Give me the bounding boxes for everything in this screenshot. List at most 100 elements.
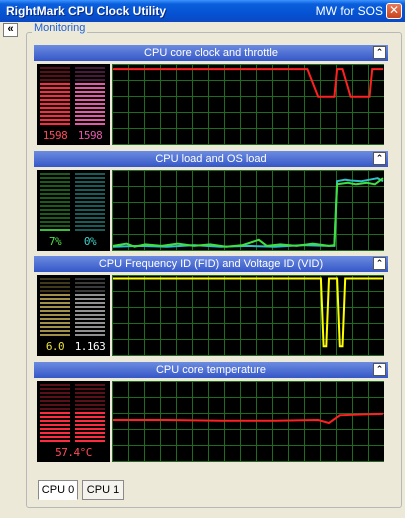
- meter-segment: [75, 87, 105, 89]
- meter-segment: [75, 79, 105, 81]
- graph-area: [112, 275, 384, 356]
- panel-collapse-button[interactable]: ⌃: [373, 152, 386, 165]
- meter-segment: [75, 388, 105, 390]
- meter-value: 1598: [77, 129, 103, 142]
- meter-segment: [40, 384, 70, 386]
- panel-title: CPU Frequency ID (FID) and Voltage ID (V…: [98, 258, 324, 270]
- meter-segment: [40, 107, 70, 109]
- meter-segment: [75, 416, 105, 418]
- meter-segment: [40, 400, 70, 402]
- panel-collapse-button[interactable]: ⌃: [373, 363, 386, 376]
- meter-segment: [40, 392, 70, 394]
- meter-segment: [40, 436, 70, 438]
- meter-segment: [75, 193, 105, 195]
- panel-clock: CPU core clock and throttle ⌃ 1598 1598: [34, 45, 388, 147]
- meter-segment: [75, 177, 105, 179]
- panel-header: CPU core temperature ⌃: [34, 362, 388, 378]
- meter-segment: [40, 286, 70, 288]
- collapse-sidebar-button[interactable]: «: [3, 23, 18, 37]
- meter-segment: [75, 436, 105, 438]
- meter-segment: [40, 217, 70, 219]
- meter-segment: [40, 428, 70, 430]
- panel-load: CPU load and OS load ⌃ 7% 0%: [34, 151, 388, 253]
- meter-segment: [75, 205, 105, 207]
- tab-cpu-1[interactable]: CPU 1: [82, 480, 124, 500]
- chevron-up-icon: ⌃: [375, 258, 384, 268]
- meter-segment: [40, 322, 70, 324]
- meter-segment: [40, 225, 70, 227]
- meter-segment: [75, 334, 105, 336]
- meter-segment: [75, 201, 105, 203]
- meter-segment: [75, 107, 105, 109]
- meter-segment: [40, 278, 70, 280]
- meter-segment: [75, 314, 105, 316]
- meter-segment: [40, 298, 70, 300]
- meter-segment: [75, 384, 105, 386]
- tab-cpu-0[interactable]: CPU 0: [38, 480, 78, 500]
- meter-segment: [75, 83, 105, 85]
- meter-bar: [75, 384, 105, 444]
- title-bar[interactable]: RightMark CPU Clock Utility MW for SOS ✕: [0, 0, 405, 22]
- meter-segment: [40, 87, 70, 89]
- chevron-up-icon: ⌃: [375, 364, 384, 374]
- meter-segment: [40, 404, 70, 406]
- meter-segment: [75, 298, 105, 300]
- meter-segment: [40, 177, 70, 179]
- meter-segment: [40, 334, 70, 336]
- close-button[interactable]: ✕: [386, 3, 402, 19]
- chevron-up-icon: ⌃: [375, 47, 384, 57]
- meter-value: 1.163: [74, 340, 106, 353]
- meter-segment: [75, 71, 105, 73]
- meter-segment: [40, 119, 70, 121]
- meter-value: 57.4°C: [55, 446, 92, 459]
- meter-segment: [40, 282, 70, 284]
- graph-area: [112, 64, 384, 145]
- meter-segment: [75, 432, 105, 434]
- meter-segment: [40, 318, 70, 320]
- meter-segment: [40, 396, 70, 398]
- meter-segment: [40, 193, 70, 195]
- meter-segment: [75, 428, 105, 430]
- meter-segment: [40, 123, 70, 125]
- meter-display: 1598 1598: [37, 64, 110, 145]
- meter-bar: [40, 67, 70, 127]
- meter-segment: [75, 424, 105, 426]
- meter-segment: [75, 420, 105, 422]
- meter-segment: [75, 99, 105, 101]
- meter-segment: [40, 420, 70, 422]
- graph-svg: [112, 170, 384, 251]
- meter-segment: [75, 282, 105, 284]
- meter-value: 0%: [83, 235, 97, 248]
- meter-segment: [75, 181, 105, 183]
- graph-svg: [112, 381, 384, 462]
- meter-segment: [40, 416, 70, 418]
- meter-segment: [75, 115, 105, 117]
- meter-segment: [40, 103, 70, 105]
- meter-segment: [75, 173, 105, 175]
- panel-header: CPU load and OS load ⌃: [34, 151, 388, 167]
- meter-segment: [75, 302, 105, 304]
- meter-segment: [40, 181, 70, 183]
- meter-segment: [75, 209, 105, 211]
- meter-segment: [75, 111, 105, 113]
- meter-segment: [75, 229, 105, 231]
- meter-segment: [75, 404, 105, 406]
- panel-temperature: CPU core temperature ⌃ 57.4°C: [34, 362, 388, 464]
- meter-segment: [75, 221, 105, 223]
- meter-segment: [40, 294, 70, 296]
- meter-segment: [75, 185, 105, 187]
- meter-bar: [75, 278, 105, 338]
- meter-segment: [75, 326, 105, 328]
- meter-segment: [40, 330, 70, 332]
- meter-display: 7% 0%: [37, 170, 110, 251]
- meter-display: 6.0 1.163: [37, 275, 110, 356]
- meter-segment: [40, 229, 70, 231]
- panel-title: CPU core temperature: [155, 364, 267, 376]
- panel-collapse-button[interactable]: ⌃: [373, 46, 386, 59]
- meter-segment: [75, 306, 105, 308]
- meter-segment: [75, 91, 105, 93]
- window-right-label: MW for SOS: [315, 4, 383, 18]
- panel-header: CPU core clock and throttle ⌃: [34, 45, 388, 61]
- panel-collapse-button[interactable]: ⌃: [373, 257, 386, 270]
- panel-header: CPU Frequency ID (FID) and Voltage ID (V…: [34, 256, 388, 272]
